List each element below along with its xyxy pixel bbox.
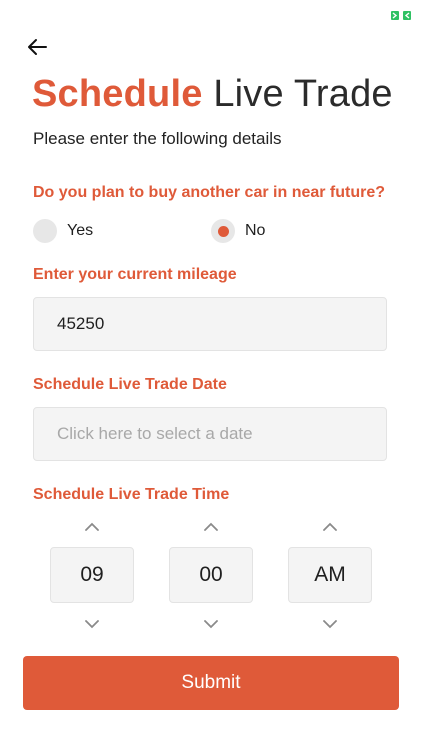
period-increment-button[interactable] — [318, 516, 342, 536]
mileage-label: Enter your current mileage — [33, 266, 237, 283]
minute-value[interactable]: 00 — [169, 547, 253, 603]
time-label: Schedule Live Trade Time — [33, 486, 230, 503]
date-label: Schedule Live Trade Date — [33, 376, 227, 393]
expand-icon — [391, 7, 411, 20]
radio-no[interactable]: No — [211, 219, 265, 243]
hour-increment-button[interactable] — [80, 516, 104, 536]
hour-value[interactable]: 09 — [50, 547, 134, 603]
radio-selected-dot — [217, 225, 229, 237]
hour-decrement-button[interactable] — [80, 614, 104, 634]
page-title-light: Live Trade — [213, 73, 393, 115]
hour-spinner: 09 — [50, 516, 134, 636]
date-picker-field[interactable]: Click here to select a date — [33, 407, 387, 461]
chevron-up-icon — [323, 522, 337, 531]
chevron-down-icon — [85, 619, 99, 628]
back-button[interactable] — [24, 34, 50, 60]
period-decrement-button[interactable] — [318, 614, 342, 634]
period-value[interactable]: AM — [288, 547, 372, 603]
chevron-up-icon — [85, 522, 99, 531]
minute-increment-button[interactable] — [199, 516, 223, 536]
radio-yes[interactable]: Yes — [33, 219, 93, 243]
period-spinner: AM — [288, 516, 372, 636]
buy-car-question-label: Do you plan to buy another car in near f… — [33, 184, 386, 201]
arrow-left-icon — [28, 39, 47, 55]
chevron-down-icon — [323, 619, 337, 628]
minute-decrement-button[interactable] — [199, 614, 223, 634]
submit-button[interactable]: Submit — [23, 656, 399, 710]
minute-spinner: 00 — [169, 516, 253, 636]
chevron-down-icon — [204, 619, 218, 628]
radio-no-label: No — [245, 222, 266, 239]
radio-no-circle[interactable] — [211, 219, 235, 243]
page-title-bold: Schedule — [32, 73, 203, 115]
chevron-up-icon — [204, 522, 218, 531]
page-title: Schedule Live Trade — [32, 70, 393, 118]
mileage-input[interactable]: 45250 — [33, 297, 387, 351]
radio-yes-label: Yes — [67, 222, 94, 239]
page-subtitle: Please enter the following details — [33, 129, 282, 148]
radio-yes-circle[interactable] — [33, 219, 57, 243]
